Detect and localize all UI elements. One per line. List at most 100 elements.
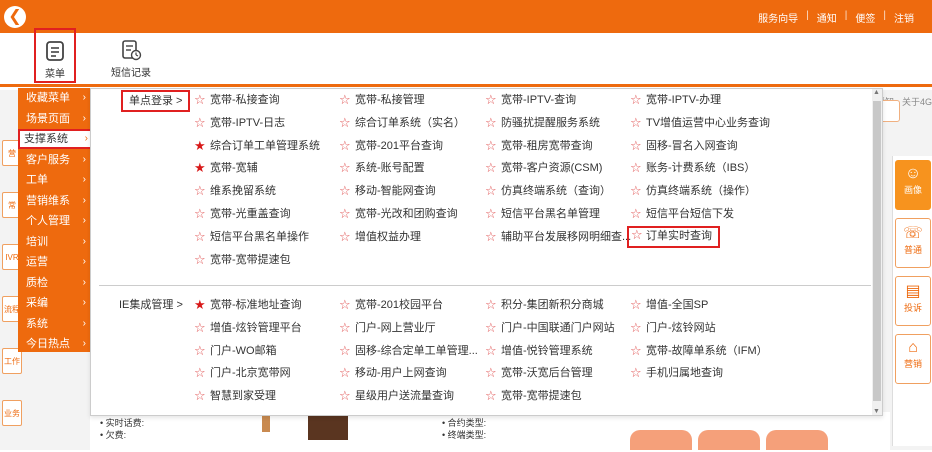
star-icon[interactable]: ☆ — [339, 227, 351, 247]
star-icon[interactable]: ☆ — [194, 113, 206, 133]
menu-link[interactable]: ☆ 系统-账号配置 — [339, 158, 425, 178]
menu-link[interactable]: ☆ 积分-集团新积分商城 — [485, 295, 604, 315]
star-icon[interactable]: ☆ — [485, 341, 497, 361]
category-item[interactable]: 营销维系 › — [22, 191, 88, 211]
category-item[interactable]: 工单 › — [22, 170, 88, 190]
menu-link[interactable]: ☆ TV增值运营中心业务查询 — [630, 113, 770, 133]
star-icon[interactable]: ☆ — [485, 181, 497, 201]
star-icon[interactable]: ☆ — [194, 318, 206, 338]
menu-link[interactable]: ☆ 门户-炫铃网站 — [630, 318, 716, 338]
menu-link[interactable]: ☆ 宽带-沃宽后台管理 — [485, 363, 593, 383]
star-icon[interactable]: ☆ — [339, 363, 351, 383]
category-item[interactable]: 采编 › — [22, 293, 88, 313]
menu-link[interactable]: ☆ 辅助平台发展移网明细查... — [485, 227, 631, 247]
top-link[interactable]: 便签 — [847, 10, 883, 25]
menu-link[interactable]: ☆ 宽带-IPTV-日志 — [194, 113, 285, 133]
star-icon[interactable]: ☆ — [485, 318, 497, 338]
menu-link[interactable]: ☆ 宽带-光重盖查询 — [194, 204, 291, 224]
category-item[interactable]: 系统 › — [22, 314, 88, 334]
menu-link[interactable]: ☆ 账务-计费系统（IBS） — [630, 158, 755, 178]
menu-link[interactable]: ☆ 短信平台黑名单管理 — [485, 204, 600, 224]
star-icon[interactable]: ☆ — [630, 295, 642, 315]
star-icon[interactable]: ☆ — [485, 363, 497, 383]
star-icon[interactable]: ☆ — [630, 158, 642, 178]
star-icon[interactable]: ☆ — [485, 227, 497, 247]
menu-link[interactable]: ☆ 星级用户送流量查询 — [339, 386, 454, 406]
menu-link[interactable]: ☆ 宽带-租房宽带查询 — [485, 136, 593, 156]
star-icon[interactable]: ☆ — [339, 113, 351, 133]
star-icon[interactable]: ☆ — [194, 363, 206, 383]
sms-record-button[interactable]: 短信记录 — [101, 37, 161, 81]
action-tab[interactable] — [698, 430, 760, 450]
menu-link[interactable]: ☆ 智慧到家受理 — [194, 386, 276, 406]
star-icon[interactable]: ☆ — [485, 158, 497, 178]
section-title[interactable]: 单点登录 > — [121, 90, 191, 112]
menu-link[interactable]: ☆ 仿真终端系统（查询） — [485, 181, 611, 201]
menu-link[interactable]: ☆ 宽带-IPTV-查询 — [485, 90, 576, 110]
menu-link[interactable]: ☆ 订单实时查询 — [627, 225, 720, 248]
menu-link[interactable]: ★ 宽带-宽辅 — [194, 158, 258, 178]
star-icon[interactable]: ☆ — [194, 181, 206, 201]
category-item[interactable]: 个人管理 › — [22, 211, 88, 231]
menu-link[interactable]: ☆ 门户-WO邮箱 — [194, 341, 277, 361]
menu-link[interactable]: ☆ 门户-网上营业厅 — [339, 318, 436, 338]
menu-link[interactable]: ☆ 增值权益办理 — [339, 227, 421, 247]
menu-link[interactable]: ☆ 移动-智能网查询 — [339, 181, 436, 201]
star-icon[interactable]: ☆ — [485, 386, 497, 406]
menu-button[interactable]: 菜单 — [34, 28, 76, 83]
right-panel-item[interactable]: ☺ 画像 — [895, 160, 931, 210]
menu-link[interactable]: ☆ 仿真终端系统（操作） — [630, 181, 756, 201]
star-icon[interactable]: ☆ — [339, 158, 351, 178]
menu-link[interactable]: ★ 宽带-标准地址查询 — [194, 295, 302, 315]
menu-link[interactable]: ☆ 维系挽留系统 — [194, 181, 276, 201]
star-icon[interactable]: ★ — [194, 295, 206, 315]
back-arrow-icon[interactable]: ❮ — [4, 6, 26, 28]
menu-link[interactable]: ☆ 门户-中国联通门户网站 — [485, 318, 615, 338]
menu-link[interactable]: ☆ 移动-用户上网查询 — [339, 363, 447, 383]
menu-link[interactable]: ☆ 固移-综合定单工单管理... — [339, 341, 478, 361]
star-icon[interactable]: ★ — [194, 136, 206, 156]
menu-link[interactable]: ☆ 增值-全国SP — [630, 295, 708, 315]
star-icon[interactable]: ☆ — [339, 341, 351, 361]
category-item[interactable]: 客户服务 › — [22, 150, 88, 170]
star-icon[interactable]: ☆ — [630, 318, 642, 338]
category-item[interactable]: 培训 › — [22, 232, 88, 252]
star-icon[interactable]: ☆ — [194, 204, 206, 224]
menu-link[interactable]: ☆ 门户-北京宽带网 — [194, 363, 291, 383]
star-icon[interactable]: ☆ — [630, 341, 642, 361]
menu-link[interactable]: ☆ 增值-炫铃管理平台 — [194, 318, 302, 338]
menu-link[interactable]: ☆ 宽带-光改和团购查询 — [339, 204, 458, 224]
star-icon[interactable]: ☆ — [339, 136, 351, 156]
star-icon[interactable]: ☆ — [485, 295, 497, 315]
star-icon[interactable]: ☆ — [630, 113, 642, 133]
category-item[interactable]: 今日热点 › — [22, 334, 88, 354]
star-icon[interactable]: ☆ — [194, 227, 206, 247]
right-panel-item[interactable]: ▤ 投诉 — [895, 276, 931, 326]
menu-link[interactable]: ☆ 宽带-宽带提速包 — [485, 386, 582, 406]
action-tab[interactable] — [766, 430, 828, 450]
scroll-down-icon[interactable]: ▼ — [873, 408, 880, 415]
star-icon[interactable]: ☆ — [194, 341, 206, 361]
star-icon[interactable]: ☆ — [630, 90, 642, 110]
action-tab[interactable] — [630, 430, 692, 450]
star-icon[interactable]: ☆ — [339, 90, 351, 110]
scrollbar[interactable]: ▲ ▼ — [872, 89, 882, 415]
star-icon[interactable]: ☆ — [630, 363, 642, 383]
menu-link[interactable]: ☆ 宽带-201平台查询 — [339, 136, 443, 156]
star-icon[interactable]: ☆ — [485, 113, 497, 133]
menu-link[interactable]: ☆ 防骚扰提醒服务系统 — [485, 113, 600, 133]
star-icon[interactable]: ☆ — [485, 136, 497, 156]
star-icon[interactable]: ☆ — [194, 90, 206, 110]
menu-link[interactable]: ☆ 短信平台短信下发 — [630, 204, 734, 224]
star-icon[interactable]: ☆ — [339, 386, 351, 406]
star-icon[interactable]: ☆ — [485, 90, 497, 110]
menu-link[interactable]: ☆ 综合订单系统（实名） — [339, 113, 465, 133]
menu-link[interactable]: ☆ 短信平台黑名单操作 — [194, 227, 309, 247]
menu-link[interactable]: ☆ 宽带-私接查询 — [194, 90, 280, 110]
star-icon[interactable]: ☆ — [630, 204, 642, 224]
menu-link[interactable]: ★ 综合订单工单管理系统 — [194, 136, 320, 156]
menu-link[interactable]: ☆ 宽带-客户资源(CSM) — [485, 158, 602, 178]
top-link[interactable]: 通知 — [809, 10, 845, 25]
menu-link[interactable]: ☆ 增值-悦铃管理系统 — [485, 341, 593, 361]
category-item[interactable]: 运营 › — [22, 252, 88, 272]
